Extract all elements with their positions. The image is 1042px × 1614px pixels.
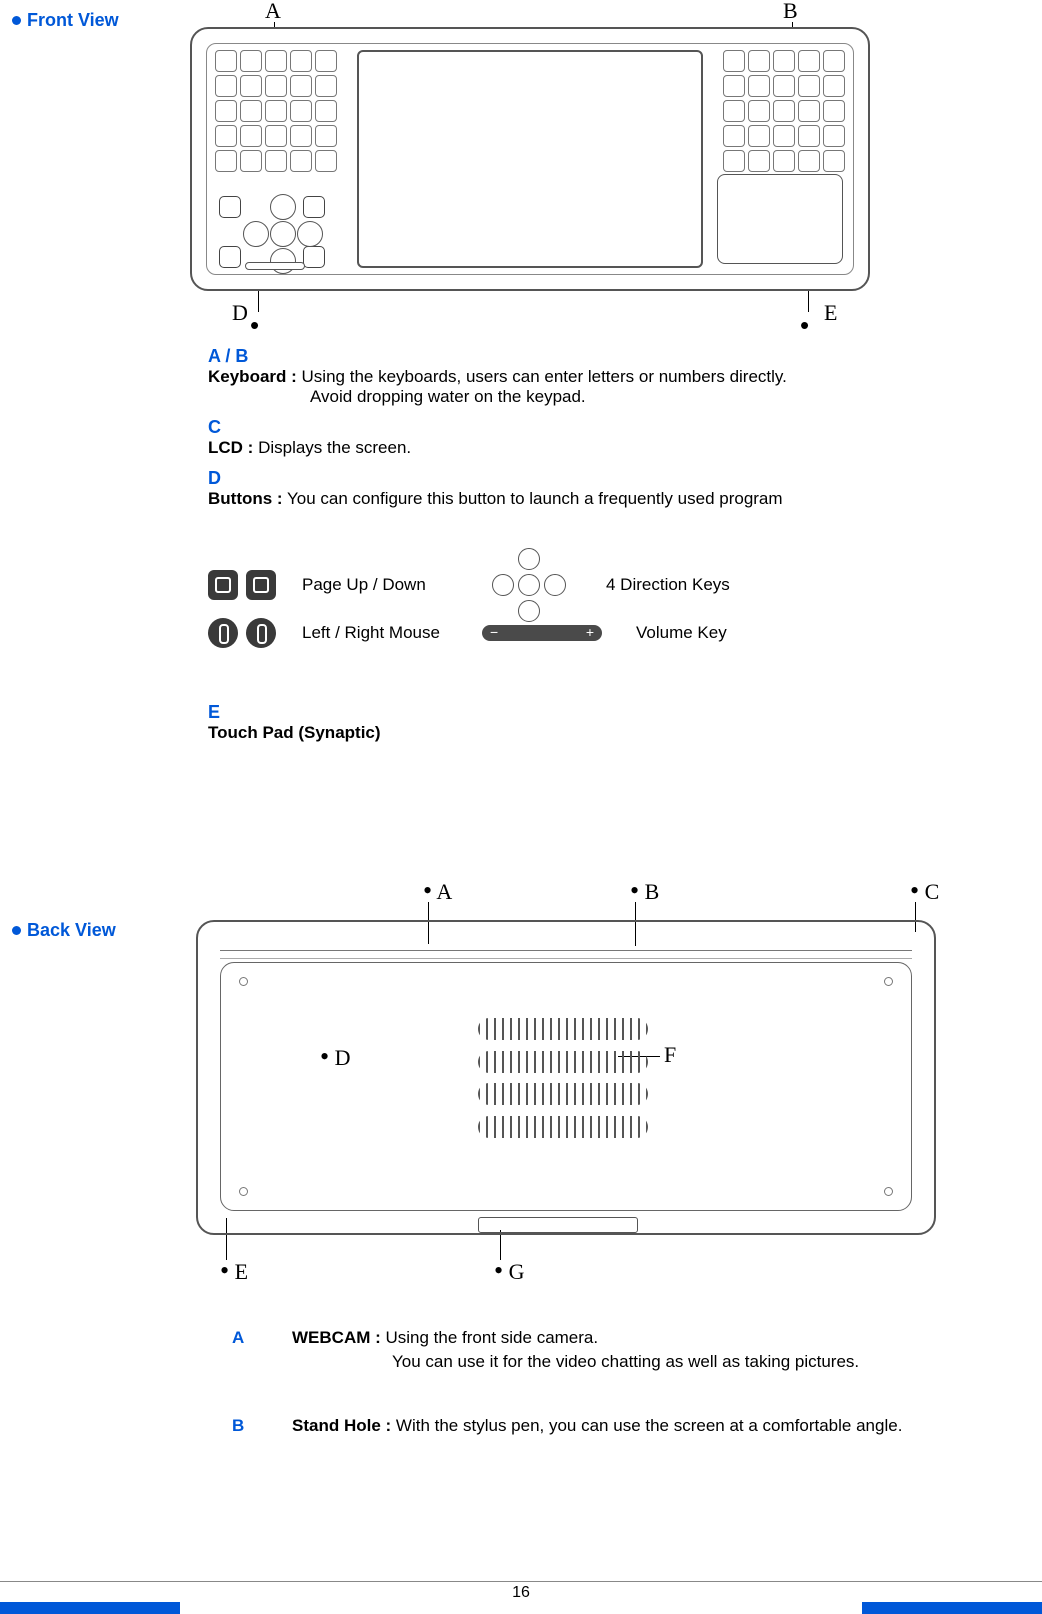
keyboard-right bbox=[723, 50, 845, 172]
back-view-heading: Back View bbox=[12, 920, 116, 941]
label-mouse: Left / Right Mouse bbox=[302, 623, 482, 643]
callout-label-d-front: D bbox=[232, 300, 248, 326]
heading-e-front: E bbox=[208, 702, 381, 723]
right-mouse-icon bbox=[246, 618, 276, 648]
footer-bar-left bbox=[0, 1602, 180, 1614]
back-def-a: A WEBCAM : Using the front side camera. … bbox=[232, 1328, 859, 1372]
label-dir: 4 Direction Keys bbox=[606, 575, 730, 595]
back-def-b: B Stand Hole : With the stylus pen, you … bbox=[232, 1416, 902, 1436]
left-mouse-icon bbox=[208, 618, 238, 648]
front-device-diagram bbox=[190, 27, 870, 291]
keyboard-left bbox=[215, 50, 337, 172]
desc-c: LCD : Displays the screen. bbox=[208, 438, 787, 458]
direction-keys-icon bbox=[492, 548, 566, 622]
footer-bar-right bbox=[862, 1602, 1042, 1614]
touchpad bbox=[717, 174, 843, 264]
front-view-heading: Front View bbox=[12, 10, 119, 31]
footer-line bbox=[0, 1581, 1042, 1582]
desc-d: Buttons : You can configure this button … bbox=[208, 489, 787, 509]
desc-ab: Keyboard : Using the keyboards, users ca… bbox=[208, 367, 787, 387]
vent-icon bbox=[478, 1018, 648, 1138]
page-up-icon bbox=[208, 570, 238, 600]
back-device-diagram bbox=[196, 920, 936, 1235]
volume-bar-icon bbox=[245, 262, 305, 270]
heading-d-front: D bbox=[208, 468, 787, 489]
desc-ab-line2: Avoid dropping water on the keypad. bbox=[310, 387, 787, 407]
callout-label-e-back: • E bbox=[220, 1256, 248, 1286]
page-down-icon bbox=[246, 570, 276, 600]
callout-label-b-front: B bbox=[783, 0, 798, 24]
volume-key-icon bbox=[482, 625, 602, 641]
label-page: Page Up / Down bbox=[302, 575, 492, 595]
callout-label-g-back: • G bbox=[494, 1256, 525, 1286]
heading-c-front: C bbox=[208, 417, 787, 438]
lcd-screen bbox=[357, 50, 703, 268]
hinge-icon bbox=[478, 1217, 638, 1233]
callout-label-e-front: E bbox=[824, 300, 837, 326]
label-vol: Volume Key bbox=[636, 623, 727, 643]
page-number: 16 bbox=[0, 1584, 1042, 1602]
callout-label-a-front: A bbox=[265, 0, 281, 24]
heading-ab: A / B bbox=[208, 346, 787, 367]
desc-e: Touch Pad (Synaptic) bbox=[208, 723, 381, 743]
page-up-button-icon bbox=[219, 196, 241, 218]
left-mouse-button-icon bbox=[219, 246, 241, 268]
